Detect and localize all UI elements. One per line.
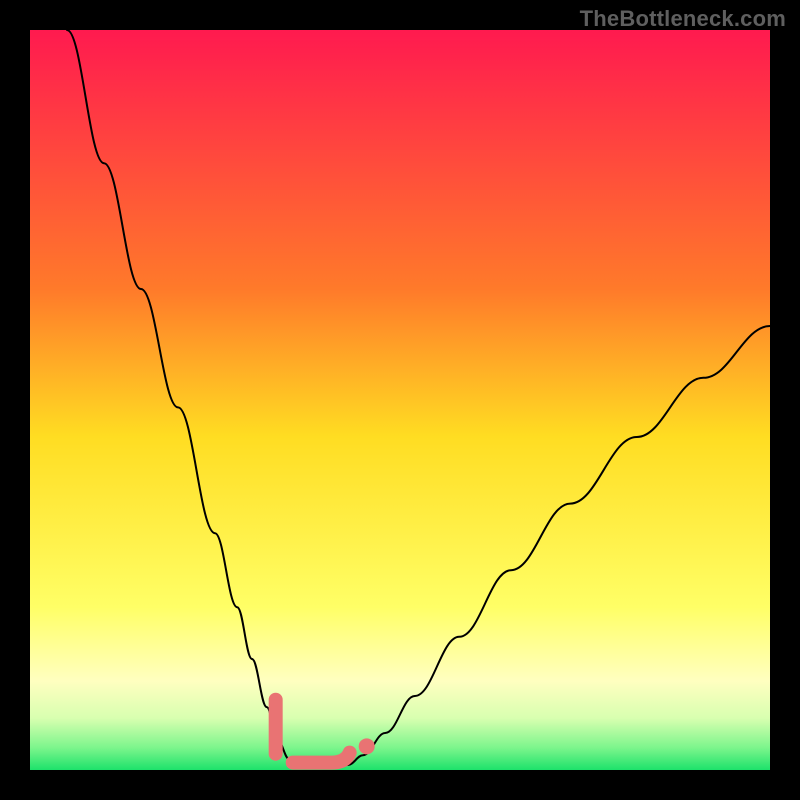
plot-area <box>30 30 770 770</box>
chart-svg <box>30 30 770 770</box>
watermark-text: TheBottleneck.com <box>580 6 786 32</box>
chart-frame: TheBottleneck.com <box>0 0 800 800</box>
marker-right-dot <box>359 738 375 754</box>
gradient-background <box>30 30 770 770</box>
